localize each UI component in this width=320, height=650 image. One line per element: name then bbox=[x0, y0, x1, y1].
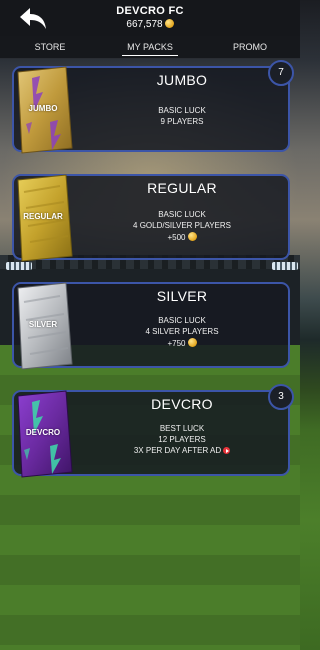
pack-players: 4 SILVER PLAYERS bbox=[145, 327, 219, 336]
pack-title: SILVER bbox=[156, 288, 208, 304]
pack-art-label: SILVER bbox=[28, 320, 58, 329]
pack-title: JUMBO bbox=[156, 72, 208, 88]
tab-store[interactable]: STORE bbox=[0, 36, 100, 58]
jumbo-pack-art: JUMBO bbox=[10, 64, 76, 156]
tab-promo[interactable]: PROMO bbox=[200, 36, 300, 58]
coin-bag-icon bbox=[187, 338, 197, 347]
coin-bonus-amount: +750 bbox=[167, 339, 186, 348]
pack-art-label: REGULAR bbox=[23, 212, 63, 221]
devcro-pack-art: DEVCRO bbox=[10, 388, 76, 480]
pack-title: DEVCRO bbox=[151, 396, 213, 412]
watch-ad-icon bbox=[223, 447, 231, 454]
pack-card-jumbo[interactable]: JUMBO JUMBO BASIC LUCK 9 PLAYERS 7 bbox=[12, 60, 294, 154]
club-name: DEVCRO FC bbox=[116, 5, 184, 17]
tab-my-packs[interactable]: MY PACKS bbox=[100, 36, 200, 58]
pack-luck: BASIC LUCK bbox=[158, 316, 206, 325]
pack-card-devcro[interactable]: DEVCRO DEVCRO BEST LUCK 12 PLAYERS 3X PE… bbox=[12, 384, 294, 478]
pack-title: REGULAR bbox=[147, 180, 217, 196]
pack-card-silver[interactable]: SILVER SILVER BASIC LUCK 4 SILVER PLAYER… bbox=[12, 282, 290, 370]
pack-players: 4 GOLD/SILVER PLAYERS bbox=[133, 221, 231, 230]
coin-balance: 667,578 bbox=[0, 19, 300, 30]
pack-count-badge: 7 bbox=[268, 60, 294, 86]
pack-art-label: JUMBO bbox=[28, 104, 58, 113]
pack-players: 12 PLAYERS bbox=[158, 435, 206, 444]
pack-count-badge: 3 bbox=[268, 384, 294, 410]
pack-players: 9 PLAYERS bbox=[160, 117, 204, 126]
pack-luck: BEST LUCK bbox=[159, 424, 205, 433]
pack-coin-bonus: +750 bbox=[76, 338, 288, 348]
pack-tabs: STORE MY PACKS PROMO bbox=[0, 36, 300, 59]
pack-coin-bonus: +500 bbox=[76, 232, 288, 242]
silver-pack-art: SILVER bbox=[10, 280, 76, 372]
pack-luck: BASIC LUCK bbox=[158, 210, 206, 219]
pack-card-regular[interactable]: REGULAR REGULAR BASIC LUCK 4 GOLD/SILVER… bbox=[12, 174, 290, 262]
pack-ad-note: 3X PER DAY AFTER AD bbox=[76, 446, 288, 455]
coin-bag-icon bbox=[187, 232, 197, 241]
pack-ad-text: 3X PER DAY AFTER AD bbox=[133, 446, 222, 455]
coin-amount: 667,578 bbox=[126, 19, 163, 30]
coin-bag-icon bbox=[164, 19, 174, 28]
floodlight-right bbox=[272, 262, 298, 270]
coin-bonus-amount: +500 bbox=[167, 233, 186, 242]
top-header: DEVCRO FC 667,578 bbox=[0, 0, 300, 36]
pack-luck: BASIC LUCK bbox=[158, 106, 206, 115]
pack-art-label: DEVCRO bbox=[25, 428, 61, 437]
regular-pack-art: REGULAR bbox=[10, 172, 76, 264]
